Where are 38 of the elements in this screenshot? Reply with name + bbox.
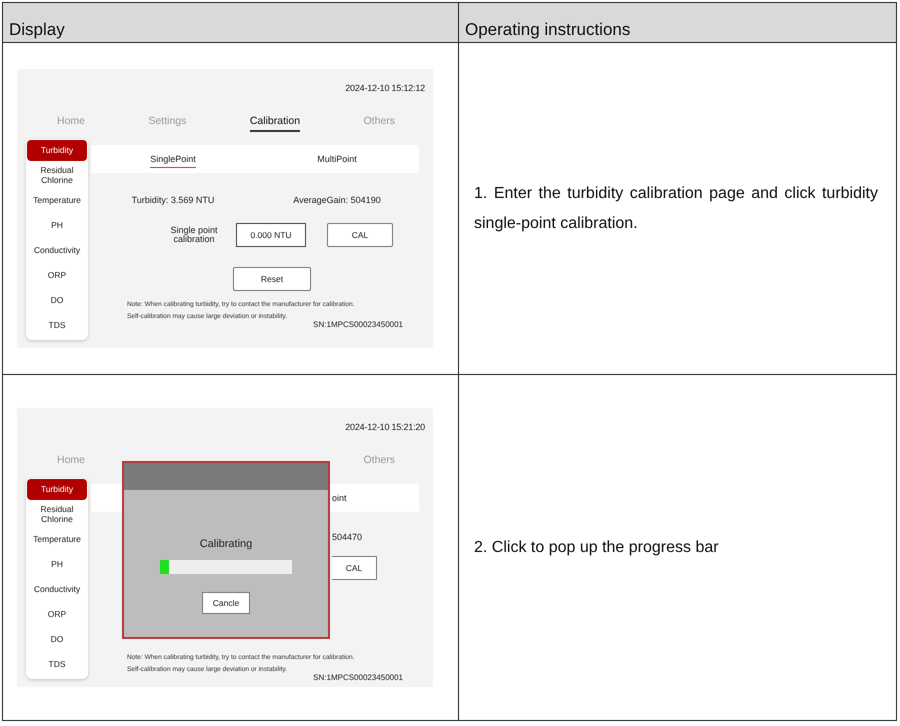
instruction-text: 1. Enter the turbidity calibration page and click turbidity single-point calibration.	[474, 184, 878, 234]
reading-text: Turbidity: 3.569 NTU	[132, 195, 214, 205]
cal-button[interactable]: CAL	[327, 223, 393, 247]
sidebar-item[interactable]: Residual Chlorine	[27, 165, 87, 186]
subtab[interactable]: SinglePoint	[150, 150, 196, 168]
sidebar-item[interactable]: ORP	[27, 265, 87, 286]
column-header: Operating instructions	[459, 3, 896, 43]
sidebar-item[interactable]: Temperature	[27, 529, 87, 550]
sidebar-item[interactable]: Residual Chlorine	[27, 504, 87, 525]
sidebar-item[interactable]: DO	[27, 290, 87, 311]
sidebar-item[interactable]: PH	[27, 554, 87, 575]
cal-button[interactable]: CAL	[332, 556, 377, 580]
value-field[interactable]: 0.000 NTU	[236, 223, 306, 247]
sidebar-item[interactable]: ORP	[27, 604, 87, 625]
sidebar-item[interactable]: Turbidity	[27, 140, 87, 161]
cancel-button[interactable]: Cancle	[202, 592, 250, 614]
serial-number: SN:1MPCS00023450001	[313, 673, 403, 682]
reset-button[interactable]: Reset	[233, 267, 311, 291]
date-time: 2024-12-10 15:12:12	[345, 83, 425, 93]
sidebar-item[interactable]: Turbidity	[27, 479, 87, 500]
subtab[interactable]: MultiPoint	[317, 150, 357, 168]
calibration-label: Single point calibration	[169, 226, 219, 244]
nav-tab[interactable]: Calibration	[250, 114, 300, 132]
serial-number: SN:1MPCS00023450001	[313, 320, 403, 329]
sidebar-item[interactable]: Conductivity	[27, 240, 87, 261]
sidebar-item[interactable]: Temperature	[27, 190, 87, 211]
sidebar-item[interactable]: DO	[27, 629, 87, 650]
reading-text: AverageGain: 504190	[293, 195, 381, 205]
sidebar-item[interactable]: TDS	[27, 315, 87, 336]
reading-text: 504470	[332, 532, 362, 542]
sidebar-item[interactable]: PH	[27, 215, 87, 236]
date-time: 2024-12-10 15:21:20	[345, 422, 425, 432]
instruction-text: 2. Click to pop up the progress bar	[474, 538, 719, 558]
sidebar-item[interactable]: TDS	[27, 654, 87, 675]
dialog-message: Calibrating	[200, 538, 252, 550]
column-header: Display	[3, 3, 459, 43]
subtab[interactable]: oint	[332, 493, 347, 503]
sidebar-item[interactable]: Conductivity	[27, 579, 87, 600]
